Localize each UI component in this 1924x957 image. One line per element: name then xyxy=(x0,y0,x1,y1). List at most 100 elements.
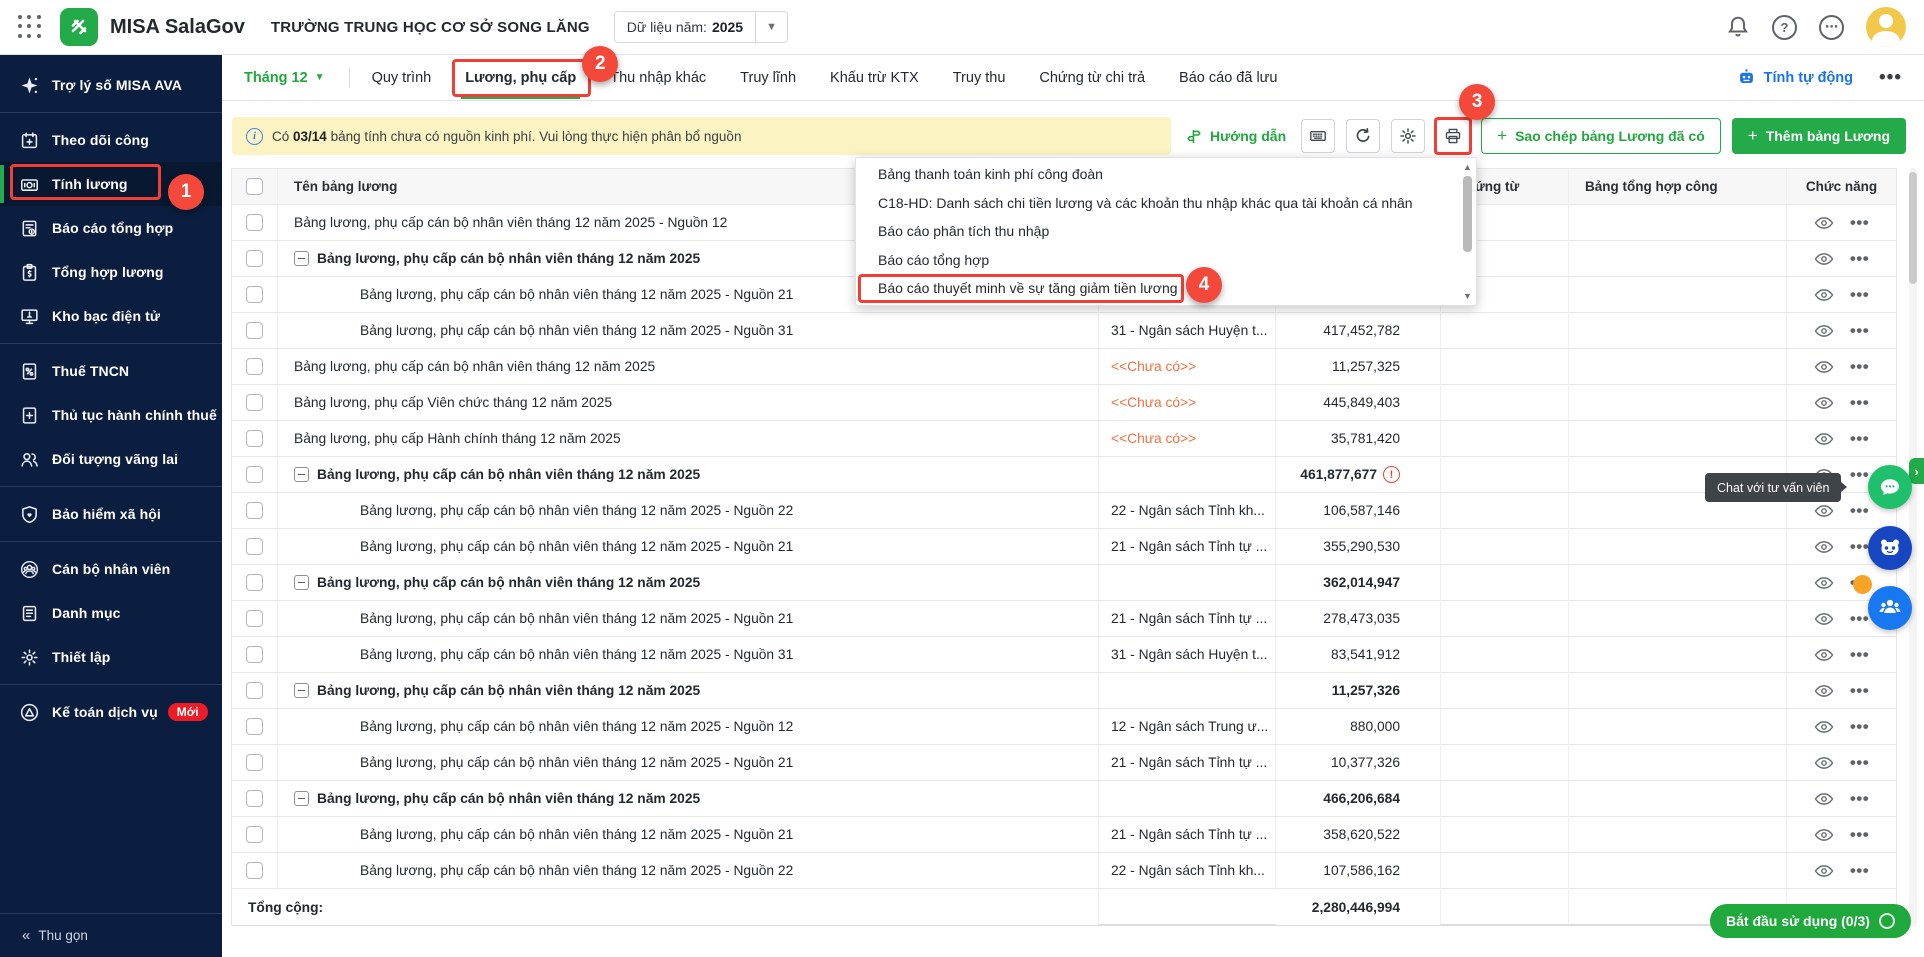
sidebar-item-5[interactable]: Kho bạc điện tử xyxy=(0,294,222,338)
table-row-11[interactable]: Bảng lương, phụ cấp cán bộ nhân viên thá… xyxy=(232,601,1896,637)
menu-item-4[interactable]: Báo cáo thuyết minh về sự tăng giảm tiền… xyxy=(856,274,1476,303)
row-more-icon[interactable]: ••• xyxy=(1850,758,1869,768)
ava-bot-button[interactable] xyxy=(1868,526,1912,570)
row-more-icon[interactable]: ••• xyxy=(1850,470,1869,480)
row-checkbox[interactable] xyxy=(246,682,263,699)
row-more-icon[interactable]: ••• xyxy=(1850,722,1869,732)
menu-item-2[interactable]: Báo cáo phân tích thu nhập xyxy=(856,217,1476,246)
row-more-icon[interactable]: ••• xyxy=(1850,650,1869,660)
copy-payroll-button[interactable]: + Sao chép bảng Lương đã có xyxy=(1481,118,1721,154)
row-more-icon[interactable]: ••• xyxy=(1850,362,1869,372)
row-checkbox[interactable] xyxy=(246,646,263,663)
sidebar-item-2[interactable]: Tính lương1 xyxy=(0,162,222,206)
row-checkbox[interactable] xyxy=(246,394,263,411)
sidebar-item-0[interactable]: Trợ lý số MISA AVA xyxy=(0,63,222,107)
table-row-3[interactable]: Bảng lương, phụ cấp cán bộ nhân viên thá… xyxy=(232,313,1896,349)
view-eye-icon[interactable] xyxy=(1814,756,1834,770)
tab-3[interactable]: Truy lĩnh xyxy=(740,58,796,98)
collapse-minus-icon[interactable] xyxy=(294,791,309,806)
table-row-4[interactable]: Bảng lương, phụ cấp cán bộ nhân viên thá… xyxy=(232,349,1896,385)
table-row-9[interactable]: Bảng lương, phụ cấp cán bộ nhân viên thá… xyxy=(232,529,1896,565)
sidebar-item-7[interactable]: Thủ tục hành chính thuế xyxy=(0,393,222,437)
scroll-thumb[interactable] xyxy=(1463,176,1472,252)
view-eye-icon[interactable] xyxy=(1814,324,1834,338)
sidebar-collapse-button[interactable]: « Thu gọn xyxy=(0,913,222,957)
view-eye-icon[interactable] xyxy=(1814,684,1834,698)
chat-support-button[interactable] xyxy=(1868,465,1912,509)
row-checkbox[interactable] xyxy=(246,718,263,735)
row-more-icon[interactable]: ••• xyxy=(1850,794,1869,804)
row-checkbox[interactable] xyxy=(246,322,263,339)
auto-calc-button[interactable]: Tính tự động xyxy=(1737,68,1853,87)
table-row-16[interactable]: Bảng lương, phụ cấp cán bộ nhân viên thá… xyxy=(232,781,1896,817)
sidebar-item-12[interactable]: Thiết lập xyxy=(0,635,222,679)
view-eye-icon[interactable] xyxy=(1814,720,1834,734)
sidebar-item-10[interactable]: Cán bộ nhân viên xyxy=(0,547,222,591)
tab-6[interactable]: Chứng từ chi trả xyxy=(1039,58,1145,98)
table-row-8[interactable]: Bảng lương, phụ cấp cán bộ nhân viên thá… xyxy=(232,493,1896,529)
view-eye-icon[interactable] xyxy=(1814,252,1834,266)
table-row-5[interactable]: Bảng lương, phụ cấp Viên chức tháng 12 n… xyxy=(232,385,1896,421)
more-options-icon[interactable]: ⋯ xyxy=(1819,15,1844,40)
start-using-button[interactable]: Bắt đầu sử dụng (0/3) xyxy=(1710,904,1911,938)
row-more-icon[interactable]: ••• xyxy=(1850,326,1869,336)
row-checkbox[interactable] xyxy=(246,286,263,303)
view-eye-icon[interactable] xyxy=(1814,504,1834,518)
view-eye-icon[interactable] xyxy=(1814,792,1834,806)
sidebar-item-3[interactable]: Báo cáo tổng hợp xyxy=(0,206,222,250)
collapse-minus-icon[interactable] xyxy=(294,683,309,698)
row-checkbox[interactable] xyxy=(246,574,263,591)
row-checkbox[interactable] xyxy=(246,862,263,879)
row-checkbox[interactable] xyxy=(246,214,263,231)
view-eye-icon[interactable] xyxy=(1814,612,1834,626)
row-more-icon[interactable]: ••• xyxy=(1850,218,1869,228)
row-more-icon[interactable]: ••• xyxy=(1850,542,1869,552)
app-launcher-icon[interactable] xyxy=(18,15,42,39)
table-row-10[interactable]: Bảng lương, phụ cấp cán bộ nhân viên thá… xyxy=(232,565,1896,601)
tab-7[interactable]: Báo cáo đã lưu xyxy=(1179,58,1277,98)
sidebar-item-9[interactable]: Bảo hiểm xã hội xyxy=(0,492,222,536)
community-button[interactable] xyxy=(1868,586,1912,630)
help-icon[interactable]: ? xyxy=(1772,15,1797,40)
tab-2[interactable]: Thu nhập khác xyxy=(610,58,706,98)
guide-button[interactable]: Hướng dẫn xyxy=(1186,128,1286,145)
sidebar-item-13[interactable]: Kế toán dịch vụMới xyxy=(0,690,222,734)
table-row-14[interactable]: Bảng lương, phụ cấp cán bộ nhân viên thá… xyxy=(232,709,1896,745)
view-eye-icon[interactable] xyxy=(1814,828,1834,842)
menu-item-3[interactable]: Báo cáo tổng hợp xyxy=(856,246,1476,275)
keyboard-shortcuts-button[interactable] xyxy=(1301,119,1335,153)
select-all-checkbox[interactable] xyxy=(246,178,263,195)
view-eye-icon[interactable] xyxy=(1814,432,1834,446)
table-row-13[interactable]: Bảng lương, phụ cấp cán bộ nhân viên thá… xyxy=(232,673,1896,709)
sidebar-item-11[interactable]: Danh mục xyxy=(0,591,222,635)
row-more-icon[interactable]: ••• xyxy=(1850,830,1869,840)
table-row-7[interactable]: Bảng lương, phụ cấp cán bộ nhân viên thá… xyxy=(232,457,1896,493)
sidebar-item-1[interactable]: Theo dõi công xyxy=(0,118,222,162)
row-checkbox[interactable] xyxy=(246,610,263,627)
row-more-icon[interactable]: ••• xyxy=(1850,614,1869,624)
tab-overflow-icon[interactable]: ••• xyxy=(1879,67,1902,89)
view-eye-icon[interactable] xyxy=(1814,864,1834,878)
view-eye-icon[interactable] xyxy=(1814,288,1834,302)
scroll-up-icon[interactable]: ▲ xyxy=(1461,161,1474,173)
menu-item-0[interactable]: Bảng thanh toán kinh phí công đoàn xyxy=(856,160,1476,189)
collapse-minus-icon[interactable] xyxy=(294,251,309,266)
table-row-6[interactable]: Bảng lương, phụ cấp Hành chính tháng 12 … xyxy=(232,421,1896,457)
table-row-15[interactable]: Bảng lương, phụ cấp cán bộ nhân viên thá… xyxy=(232,745,1896,781)
row-checkbox[interactable] xyxy=(246,754,263,771)
user-avatar[interactable] xyxy=(1866,7,1906,47)
tab-4[interactable]: Khấu trừ KTX xyxy=(830,58,919,98)
print-button[interactable]: 3 xyxy=(1436,119,1470,153)
row-checkbox[interactable] xyxy=(246,250,263,267)
row-checkbox[interactable] xyxy=(246,538,263,555)
settings-button[interactable] xyxy=(1391,119,1425,153)
row-more-icon[interactable]: ••• xyxy=(1850,290,1869,300)
row-checkbox[interactable] xyxy=(246,466,263,483)
collapse-minus-icon[interactable] xyxy=(294,575,309,590)
refresh-button[interactable] xyxy=(1346,119,1380,153)
notification-bell-icon[interactable] xyxy=(1726,15,1750,39)
data-year-select[interactable]: Dữ liệu năm: 2025 ▼ xyxy=(614,11,788,43)
tab-5[interactable]: Truy thu xyxy=(953,58,1006,98)
view-eye-icon[interactable] xyxy=(1814,540,1834,554)
row-more-icon[interactable]: ••• xyxy=(1850,686,1869,696)
